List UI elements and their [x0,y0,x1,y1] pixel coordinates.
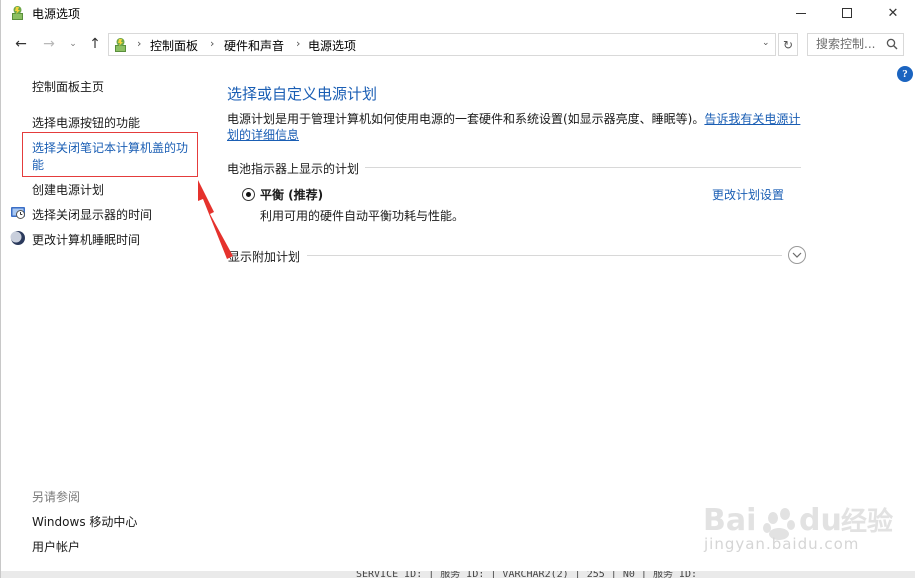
section-divider [365,167,801,168]
svg-text:Bai: Bai [703,503,756,538]
learn-more-link-wrap[interactable]: 划的详细信息 [227,128,299,142]
watermark-url: jingyan.baidu.com [704,535,860,553]
power-options-window: 电源选项 ✕ ← → ⌄ ↑ › 控制面板 › 硬件和声音 › 电源选项 ⌄ ↻… [0,0,915,578]
show-extra-plans-heading[interactable]: 显示附加计划 [228,248,300,265]
up-button[interactable]: ↑ [85,34,105,54]
search-input[interactable]: 搜索控制... [807,33,904,56]
maximize-button[interactable] [824,0,870,26]
search-placeholder: 搜索控制... [816,37,876,51]
description-text: 电源计划是用于管理计算机如何使用电源的一套硬件和系统设置(如显示器亮度、睡眠等)… [227,112,705,126]
arrow-up-icon: ↑ [89,36,101,52]
title-bar: 电源选项 ✕ [1,0,915,26]
chevron-down-icon [792,252,802,258]
refresh-button[interactable]: ↻ [778,33,798,56]
breadcrumb-separator-icon: › [137,37,142,50]
breadcrumb-hardware-sound[interactable]: 硬件和声音 [224,37,284,54]
expand-extra-plans-button[interactable] [788,246,806,264]
annotation-arrow [198,180,233,259]
background-text: SERVICE ID: | 服务 ID: | VARCHAR2(2) | 255… [356,571,698,578]
breadcrumb-separator-icon: › [210,37,215,50]
breadcrumb-separator-icon: › [296,37,301,50]
search-icon [886,38,898,50]
recent-locations-button[interactable]: ⌄ [63,34,83,54]
close-icon: ✕ [887,5,899,21]
svg-text:du: du [799,503,842,538]
power-options-icon [12,6,23,20]
see-also-mobility-center[interactable]: Windows 移动中心 [32,513,137,530]
arrow-left-icon: ← [15,36,27,52]
sidebar-item-sleep-time[interactable]: 更改计算机睡眠时间 [32,231,140,248]
svg-text:经验: 经验 [841,506,893,537]
sidebar-item-power-button[interactable]: 选择电源按钮的功能 [32,114,140,131]
monitor-icon [11,207,25,219]
control-panel-icon [115,38,126,52]
background-window-strip: SERVICE ID: | 服务 ID: | VARCHAR2(2) | 255… [1,571,915,578]
see-also-heading: 另请参阅 [32,490,81,504]
sidebar-item-lid-close[interactable]: 选择关闭笔记本计算机盖的功 [32,139,188,156]
refresh-icon: ↻ [782,37,794,52]
sidebar-item-create-plan[interactable]: 创建电源计划 [32,181,104,198]
back-button[interactable]: ← [11,34,31,54]
window-title: 电源选项 [32,7,81,21]
forward-button[interactable]: → [39,34,59,54]
breadcrumb-power-options[interactable]: 电源选项 [308,37,356,54]
chevron-down-icon: ⌄ [69,39,77,49]
close-button[interactable]: ✕ [870,0,915,26]
change-plan-settings-link[interactable]: 更改计划设置 [712,186,784,203]
section-divider [307,255,782,256]
address-dropdown-icon[interactable]: ⌄ [762,38,770,48]
battery-section-heading: 电池指示器上显示的计划 [227,162,360,176]
minimize-button[interactable] [778,0,824,26]
maximize-icon [842,8,852,18]
sidebar-item-lid-close-wrap[interactable]: 能 [32,156,44,173]
moon-icon [10,231,25,245]
plan-radio-balanced[interactable] [242,188,255,201]
page-description: 电源计划是用于管理计算机如何使用电源的一套硬件和系统设置(如显示器亮度、睡眠等)… [227,111,807,143]
learn-more-link[interactable]: 告诉我有关电源计 [704,112,800,126]
breadcrumb-control-panel[interactable]: 控制面板 [150,37,198,54]
see-also-user-accounts[interactable]: 用户帐户 [32,538,80,555]
sidebar-item-display-off[interactable]: 选择关闭显示器的时间 [32,206,152,223]
minimize-icon [796,12,806,14]
navigation-bar: ← → ⌄ ↑ › 控制面板 › 硬件和声音 › 电源选项 ⌄ ↻ 搜索控制..… [1,30,915,58]
plan-description: 利用可用的硬件自动平衡功耗与性能。 [260,209,465,223]
arrow-right-icon: → [43,36,55,52]
address-bar[interactable]: › 控制面板 › 硬件和声音 › 电源选项 ⌄ [108,33,776,56]
page-title: 选择或自定义电源计划 [227,85,378,103]
control-panel-home-link[interactable]: 控制面板主页 [32,78,104,95]
plan-name[interactable]: 平衡 (推荐) [260,186,323,203]
help-icon[interactable]: ? [897,66,913,82]
